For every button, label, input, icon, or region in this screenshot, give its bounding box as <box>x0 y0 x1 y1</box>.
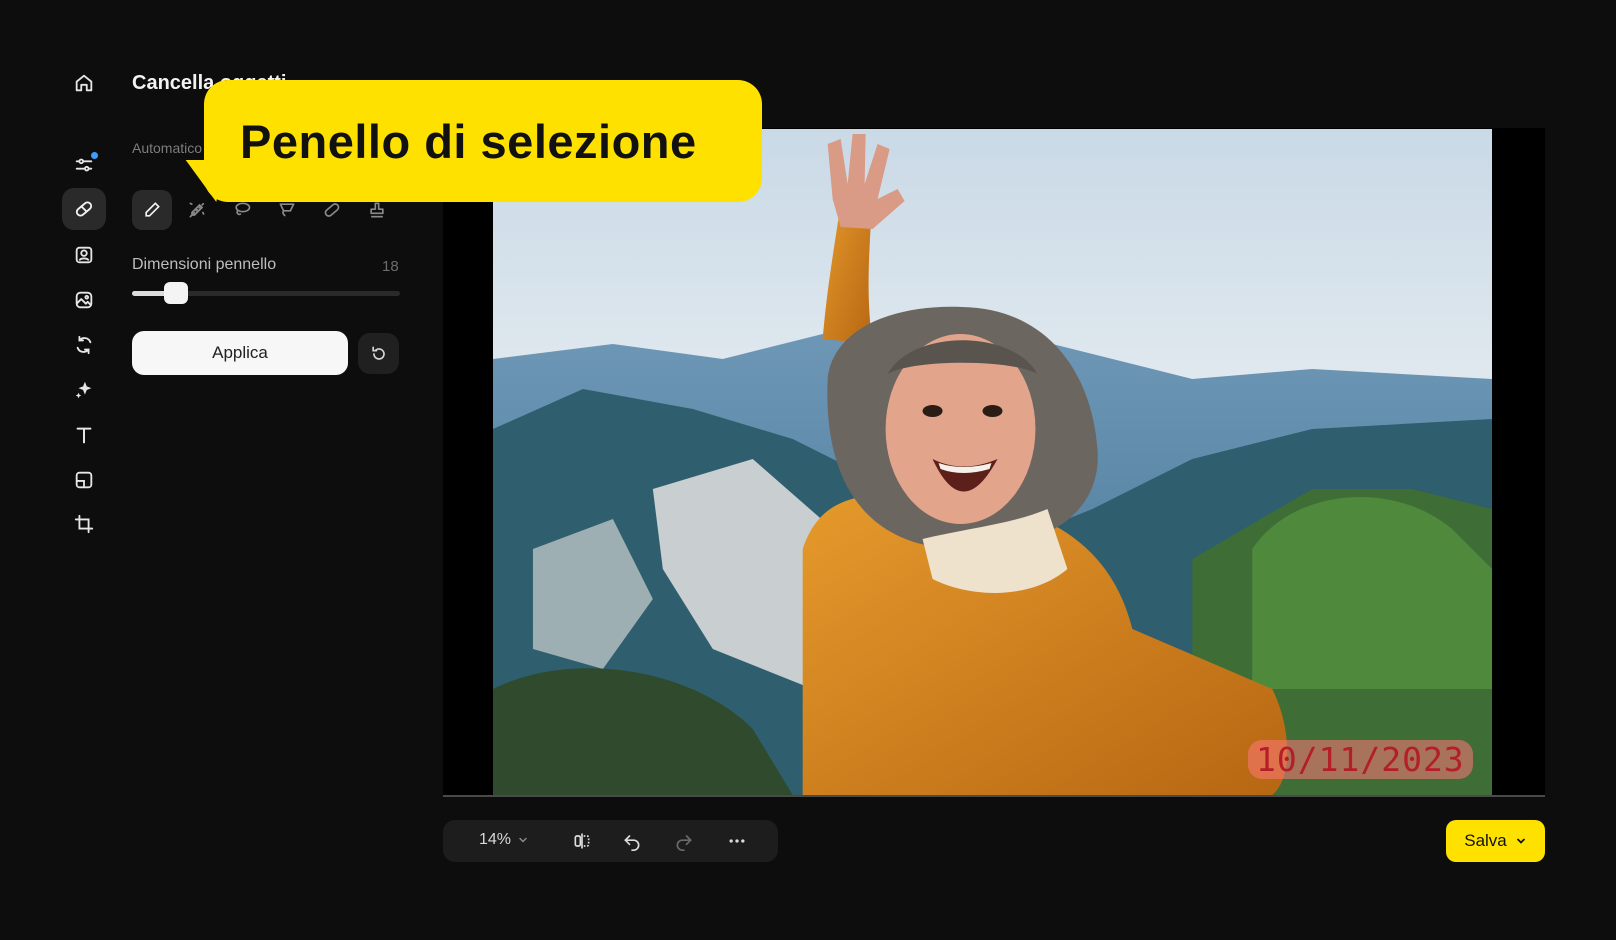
reset-button[interactable] <box>358 333 399 374</box>
sparkle-icon <box>75 381 92 399</box>
brush-tool-icon <box>145 202 160 217</box>
redo-button[interactable] <box>671 829 697 853</box>
stamp-tool-icon <box>370 202 384 218</box>
compare-icon <box>574 833 590 849</box>
lasso-tool-icon <box>235 202 251 216</box>
eraser-tool-icon <box>324 203 340 217</box>
date-stamp: 10/11/2023 <box>1248 740 1473 779</box>
magic-brush-tool-icon <box>189 202 205 218</box>
crop-button[interactable] <box>62 503 106 545</box>
apply-button[interactable]: Applica <box>132 331 348 375</box>
zoom-select[interactable]: 14% <box>479 831 529 849</box>
compare-button[interactable] <box>569 829 595 853</box>
brush-size-value: 18 <box>382 258 399 275</box>
text-button[interactable] <box>62 414 106 456</box>
zoom-value: 14% <box>479 831 512 848</box>
redo-icon <box>676 835 692 851</box>
more-button[interactable] <box>724 829 750 853</box>
home-button[interactable] <box>62 62 106 104</box>
layout-button[interactable] <box>62 459 106 501</box>
text-icon <box>76 427 92 444</box>
canvas-toolbar: 14% <box>443 820 778 862</box>
brush-size-label: Dimensioni pennello <box>132 256 277 273</box>
home-icon <box>75 74 93 92</box>
adjust-button[interactable] <box>62 144 106 186</box>
undo-icon <box>624 835 640 851</box>
photo[interactable] <box>493 129 1492 795</box>
crop-icon <box>74 514 94 534</box>
brush-size-slider[interactable] <box>132 282 400 304</box>
callout-bubble: Penello di selezione <box>204 80 762 202</box>
erase-button[interactable] <box>62 188 106 230</box>
photo-image <box>493 129 1492 795</box>
portrait-icon <box>75 246 93 264</box>
gallery-icon <box>75 291 93 309</box>
save-button[interactable]: Salva <box>1446 820 1545 862</box>
callout-text: Penello di selezione <box>240 115 697 168</box>
more-icon <box>729 839 745 843</box>
layout-icon <box>75 471 93 489</box>
undo-button[interactable] <box>619 829 645 853</box>
rotate-button[interactable] <box>62 324 106 366</box>
reset-icon <box>371 346 385 360</box>
rotate-icon <box>76 335 92 355</box>
effects-button[interactable] <box>62 369 106 411</box>
brush-tool[interactable] <box>132 190 172 230</box>
slider-thumb[interactable] <box>164 282 188 304</box>
eraser-icon <box>75 201 93 217</box>
chevron-down-icon <box>1516 838 1525 844</box>
save-label: Salva <box>1464 831 1507 850</box>
notification-dot <box>91 152 98 159</box>
mode-label[interactable]: Automatico <box>132 140 202 156</box>
portrait-button[interactable] <box>62 234 106 276</box>
canvas-baseline <box>443 795 1545 797</box>
gallery-button[interactable] <box>62 279 106 321</box>
polygon-lasso-tool-icon <box>279 203 295 217</box>
chevron-down-icon <box>519 837 527 843</box>
